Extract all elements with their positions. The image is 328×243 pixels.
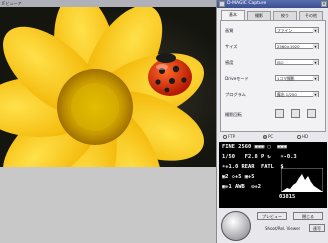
app-icon: [219, 1, 225, 7]
rotate-label: 撮影回転: [225, 112, 242, 117]
histogram-graph: [281, 168, 323, 192]
capture-title: D-MAGIC Capture: [217, 0, 328, 8]
radio-pc[interactable]: PC: [263, 134, 273, 139]
lcd-line-4: ▣2 ◇+5 ▣+5: [222, 174, 255, 180]
viewer-title: IFビューア: [0, 0, 216, 7]
shutter-release-label: Shoot/Rel. Viewer: [265, 226, 301, 231]
quality-select[interactable]: ファイン: [275, 27, 319, 33]
capture-window: D-MAGIC Capture × 基本 撮影 絞り その他 画質 ファイン サ…: [216, 0, 328, 243]
settings-panel: 画質 ファイン サイズ 2560×1920 感度 ISO Driveモード 1コ…: [220, 20, 326, 132]
rotate-none-button[interactable]: [275, 109, 284, 118]
radio-ftp[interactable]: FTP: [223, 134, 235, 139]
lcd-frame-count: 03815: [279, 194, 296, 200]
iso-label: 感度: [225, 60, 234, 65]
options-button[interactable]: 連写: [309, 224, 325, 232]
lcd-line-3: ☀+1.0 REAR FATL $: [222, 164, 284, 170]
tab-basic[interactable]: 基本: [221, 10, 245, 20]
size-select[interactable]: 2560×1920: [275, 43, 319, 49]
close-icon[interactable]: ×: [321, 1, 327, 7]
preview-button[interactable]: プレビュー: [257, 212, 287, 220]
radio-hd[interactable]: HD: [297, 134, 308, 139]
rotate-right-button[interactable]: [307, 109, 316, 118]
radio-hd-label: HD: [302, 134, 309, 139]
photo-preview: [0, 7, 216, 167]
iso-select[interactable]: ISO: [275, 59, 319, 65]
program-select[interactable]: 露出 1/250: [275, 91, 319, 97]
lcd-line-2: 1/50 F2.8 P ↻ ☀-0.3: [222, 154, 297, 160]
radio-ftp-dot: [223, 135, 227, 139]
rotate-left-button[interactable]: [291, 109, 300, 118]
radio-pc-label: PC: [268, 134, 274, 139]
shutter-button[interactable]: [221, 211, 251, 241]
exit-button[interactable]: 閉じる: [293, 212, 323, 220]
radio-hd-dot: [297, 135, 301, 139]
lcd-line-5: ▣+1 AWB ◎+2: [222, 184, 261, 190]
quality-label: 画質: [225, 28, 234, 33]
camera-lcd: FINE 2560 ▣▣▣ ▢ ▣▣▣ 1/50 F2.8 P ↻ ☀-0.3 …: [219, 142, 327, 208]
tab-aperture[interactable]: 絞り: [273, 11, 297, 20]
drive-mode-label: Driveモード: [225, 76, 249, 81]
program-label: プログラム: [225, 92, 246, 97]
lcd-line-1: FINE 2560 ▣▣▣ ▢ ▣▣▣: [222, 144, 287, 150]
viewer-window: IFビューア: [0, 0, 216, 243]
flower-ladybug-image: [0, 7, 204, 167]
drive-mode-select[interactable]: 1コマ撮影: [275, 75, 319, 81]
tab-other[interactable]: その他: [299, 11, 323, 20]
radio-pc-dot: [263, 135, 267, 139]
tab-shooting[interactable]: 撮影: [247, 11, 271, 20]
radio-ftp-label: FTP: [228, 134, 236, 139]
size-label: サイズ: [225, 44, 238, 49]
